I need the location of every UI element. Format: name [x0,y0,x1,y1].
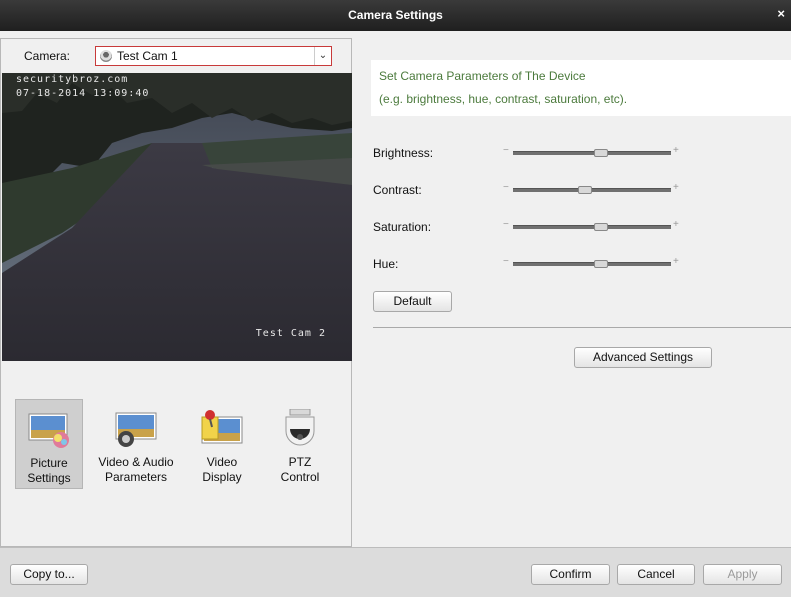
window-title: Camera Settings [348,8,443,22]
picture-settings-button[interactable]: Picture Settings [15,399,83,489]
hue-minus-icon[interactable]: − [503,256,509,267]
info-line-2: (e.g. brightness, hue, contrast, saturat… [379,92,628,106]
info-line-1: Set Camera Parameters of The Device [379,69,586,83]
video-audio-label-1: Video & Audio [98,455,174,469]
saturation-slider[interactable] [513,225,671,229]
hue-plus-icon[interactable]: + [673,256,679,267]
bottom-bar: Copy to... Confirm Cancel Apply [0,547,791,597]
osd-camera-name: Test Cam 2 [255,328,326,339]
picture-settings-icon [28,413,69,448]
ptz-control-button[interactable]: PTZ Control [266,399,334,489]
camera-select-value: Test Cam 1 [117,49,178,63]
saturation-minus-icon[interactable]: − [503,219,509,230]
camera-label: Camera: [24,49,71,63]
copy-to-button[interactable]: Copy to... [10,564,88,585]
video-audio-label-2: Parameters [104,470,168,484]
cancel-button[interactable]: Cancel [617,564,695,585]
brightness-slider[interactable] [513,151,671,155]
video-display-icon [201,410,243,444]
contrast-label: Contrast: [373,183,422,197]
video-display-label-2: Display [202,470,242,484]
osd-site-text: securitybroz.com [16,74,129,85]
ptz-icon [285,409,315,446]
contrast-slider-thumb[interactable] [578,186,593,194]
contrast-minus-icon[interactable]: − [503,182,509,193]
right-panel: Set Camera Parameters of The Device (e.g… [353,31,791,547]
camera-select[interactable]: Test Cam 1 ⌄ [95,46,332,66]
saturation-slider-thumb[interactable] [593,223,608,231]
confirm-button[interactable]: Confirm [531,564,610,585]
preview-image [2,73,352,361]
saturation-label: Saturation: [373,220,432,234]
hue-slider-thumb[interactable] [593,260,608,268]
close-icon[interactable]: × [777,6,785,21]
hue-label: Hue: [373,257,399,271]
left-panel: Camera: Test Cam 1 ⌄ securitybroz.com 07… [0,38,352,547]
ptz-label-1: PTZ [288,455,312,469]
video-audio-parameters-button[interactable]: Video & Audio Parameters [98,399,174,489]
info-box: Set Camera Parameters of The Device (e.g… [371,60,791,116]
default-button[interactable]: Default [373,291,452,312]
video-audio-icon [115,412,157,447]
advanced-settings-button[interactable]: Advanced Settings [574,347,712,368]
osd-timestamp: 07-18-2014 13:09:40 [16,88,150,99]
ptz-label-2: Control [280,470,320,484]
divider [373,327,791,328]
title-bar: Camera Settings × [0,0,791,31]
chevron-down-icon[interactable]: ⌄ [314,47,331,65]
contrast-plus-icon[interactable]: + [673,182,679,193]
saturation-plus-icon[interactable]: + [673,219,679,230]
picture-settings-label-1: Picture [30,456,68,470]
brightness-label: Brightness: [373,146,434,160]
hue-slider[interactable] [513,262,671,266]
video-preview[interactable]: securitybroz.com 07-18-2014 13:09:40 Tes… [2,73,352,361]
camera-icon [100,50,112,62]
apply-button[interactable]: Apply [703,564,782,585]
brightness-minus-icon[interactable]: − [503,145,509,156]
video-display-label-1: Video [206,455,238,469]
brightness-plus-icon[interactable]: + [673,145,679,156]
picture-settings-label-2: Settings [27,471,71,485]
brightness-slider-thumb[interactable] [593,149,608,157]
video-display-button[interactable]: Video Display [188,399,256,489]
